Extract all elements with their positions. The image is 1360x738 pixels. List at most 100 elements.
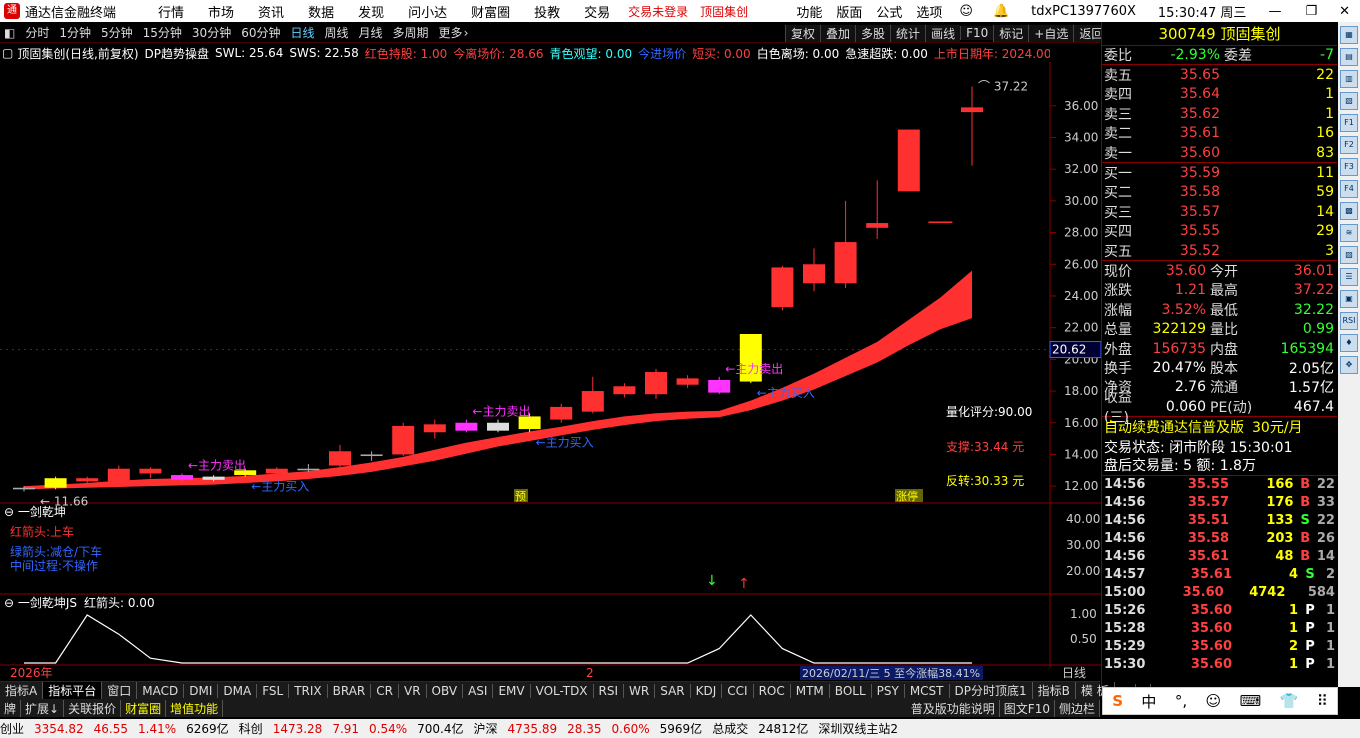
indicator-tab-12[interactable]: ASI: [463, 683, 494, 698]
ask-row[interactable]: 卖五 35.65 22: [1102, 65, 1337, 84]
indicator-tab-15[interactable]: RSI: [594, 683, 625, 698]
collapse-icon[interactable]: ▢: [2, 46, 13, 60]
side-icon-11[interactable]: ▨: [1340, 246, 1358, 264]
menu-item-6[interactable]: 财富圈: [471, 2, 510, 21]
indicator-tab-25[interactable]: DP分时顶底1: [950, 682, 1033, 699]
menu-item-8[interactable]: 交易: [584, 2, 610, 21]
ask-row[interactable]: 卖二 35.61 16: [1102, 124, 1337, 143]
ime-toolbar[interactable]: S 中 °, ☺ ⌨ 👕 ⠿: [1102, 687, 1338, 715]
indicator-tab-10[interactable]: VR: [399, 683, 427, 698]
toggle-square-icon[interactable]: ◧: [4, 26, 15, 40]
promo-banner[interactable]: 自动续费通达信普及版 30元/月: [1102, 417, 1337, 437]
indicator-tab-13[interactable]: EMV: [493, 683, 531, 698]
indicator-tab-6[interactable]: FSL: [257, 683, 290, 698]
indicator-tab-18[interactable]: KDJ: [691, 683, 723, 698]
indicator-tab-16[interactable]: WR: [624, 683, 656, 698]
side-icon-6[interactable]: F2: [1340, 136, 1358, 154]
indicator-tab-19[interactable]: CCI: [722, 683, 754, 698]
side-icon-3[interactable]: ▥: [1340, 70, 1358, 88]
ask-row[interactable]: 卖一 35.60 83: [1102, 143, 1337, 162]
menu-item-5[interactable]: 问小达: [408, 2, 447, 21]
function-right-tab-1[interactable]: 图文F10: [1000, 699, 1055, 717]
function-right-tab-0[interactable]: 普及版功能说明: [907, 699, 1000, 717]
rsi-icon[interactable]: RSI: [1340, 312, 1358, 330]
bid-row[interactable]: 买一 35.59 11: [1102, 163, 1337, 182]
ime-icon-3[interactable]: ☺: [1206, 692, 1222, 710]
indicator-tab-2[interactable]: 窗口: [102, 682, 138, 699]
period-tab-5[interactable]: 60分钟: [241, 24, 280, 41]
indicator-tab-0[interactable]: 指标A: [0, 682, 44, 699]
indicator-tab-23[interactable]: PSY: [872, 683, 905, 698]
side-icon-10[interactable]: ≋: [1340, 224, 1358, 242]
restore-icon[interactable]: ❐: [1305, 4, 1317, 19]
indicator-tab-5[interactable]: DMA: [218, 683, 258, 698]
indicator-tab-26[interactable]: 指标B: [1033, 682, 1076, 699]
side-icon-4[interactable]: ▧: [1340, 92, 1358, 110]
trade-login-status[interactable]: 交易未登录: [628, 3, 688, 20]
indicator-tab-20[interactable]: ROC: [754, 683, 791, 698]
indicator-tab-22[interactable]: BOLL: [830, 683, 872, 698]
right-menu-item-1[interactable]: 版面: [836, 2, 862, 21]
indicator-tab-21[interactable]: MTM: [791, 683, 830, 698]
period-tab-2[interactable]: 5分钟: [101, 24, 133, 41]
bid-row[interactable]: 买四 35.55 29: [1102, 222, 1337, 241]
bid-row[interactable]: 买二 35.58 59: [1102, 183, 1337, 202]
function-tab-0[interactable]: 牌: [0, 699, 22, 717]
bid-row[interactable]: 买三 35.57 14: [1102, 202, 1337, 221]
indicator-tab-3[interactable]: MACD: [137, 683, 185, 698]
menu-item-3[interactable]: 数据: [308, 2, 334, 21]
period-tab-6[interactable]: 日线: [290, 24, 314, 41]
period-tab-0[interactable]: 分时: [25, 24, 49, 41]
chart-button-4[interactable]: 画线: [925, 24, 961, 42]
side-icon-15[interactable]: ♦: [1340, 334, 1358, 352]
menu-item-2[interactable]: 资讯: [258, 2, 284, 21]
close-icon[interactable]: ✕: [1339, 4, 1350, 19]
period-tab-4[interactable]: 30分钟: [192, 24, 231, 41]
right-menu-item-0[interactable]: 功能: [796, 2, 822, 21]
ask-row[interactable]: 卖四 35.64 1: [1102, 85, 1337, 104]
indicator-tab-17[interactable]: SAR: [655, 683, 691, 698]
chart-button-1[interactable]: 叠加: [820, 24, 856, 42]
move-icon[interactable]: ✥: [1340, 356, 1358, 374]
right-menu-item-3[interactable]: 选项: [916, 2, 942, 21]
side-icon-13[interactable]: ▣: [1340, 290, 1358, 308]
function-tab-1[interactable]: 扩展↓: [21, 699, 65, 717]
indicator-tab-14[interactable]: VOL-TDX: [531, 683, 594, 698]
chart-button-7[interactable]: +自选: [1028, 24, 1074, 42]
side-icon-2[interactable]: ▤: [1340, 48, 1358, 66]
ime-icon-1[interactable]: 中: [1141, 691, 1156, 712]
function-tab-4[interactable]: 增值功能: [166, 699, 224, 717]
function-tab-3[interactable]: 财富圈: [121, 699, 167, 717]
ask-row[interactable]: 卖三 35.62 1: [1102, 104, 1337, 123]
ime-icon-0[interactable]: S: [1112, 692, 1123, 710]
tick-list[interactable]: 14:56 35.55 166 B 22 14:56 35.57 176 B 33 14:56 35.…: [1102, 476, 1337, 674]
period-tab-1[interactable]: 1分钟: [59, 24, 91, 41]
ime-icon-5[interactable]: 👕: [1280, 692, 1299, 710]
menu-item-1[interactable]: 市场: [208, 2, 234, 21]
indicator-tab-4[interactable]: DMI: [184, 683, 219, 698]
indicator-tab-11[interactable]: OBV: [427, 683, 464, 698]
ime-icon-6[interactable]: ⠿: [1317, 692, 1328, 710]
menu-item-0[interactable]: 行情: [158, 2, 184, 21]
chevron-right-icon[interactable]: ›: [464, 26, 469, 40]
period-tab-9[interactable]: 多周期: [393, 24, 429, 41]
user-icon[interactable]: ☺: [959, 4, 973, 19]
period-tab-7[interactable]: 周线: [325, 24, 349, 41]
side-icon-12[interactable]: ☰: [1340, 268, 1358, 286]
chart-button-2[interactable]: 多股: [855, 24, 891, 42]
chart-button-6[interactable]: 标记: [993, 24, 1029, 42]
side-icon-7[interactable]: F3: [1340, 158, 1358, 176]
bell-icon[interactable]: 🔔: [993, 4, 1009, 19]
ime-icon-4[interactable]: ⌨: [1240, 692, 1262, 710]
bid-row[interactable]: 买五 35.52 3: [1102, 241, 1337, 260]
indicator-tab-24[interactable]: MCST: [905, 683, 950, 698]
side-icon-5[interactable]: F1: [1340, 114, 1358, 132]
indicator-tab-1[interactable]: 指标平台: [43, 682, 103, 699]
chart-button-0[interactable]: 复权: [785, 24, 821, 42]
chart-button-3[interactable]: 统计: [890, 24, 926, 42]
kline-chart[interactable]: 36.00 34.00 32.00 30.00 28.00 26.00 24.00 22.00…: [0, 62, 1101, 681]
function-right-tab-2[interactable]: 侧边栏: [1055, 699, 1100, 717]
menu-item-7[interactable]: 投教: [534, 2, 560, 21]
side-icon-8[interactable]: F4: [1340, 180, 1358, 198]
indicator-tab-8[interactable]: BRAR: [328, 683, 372, 698]
